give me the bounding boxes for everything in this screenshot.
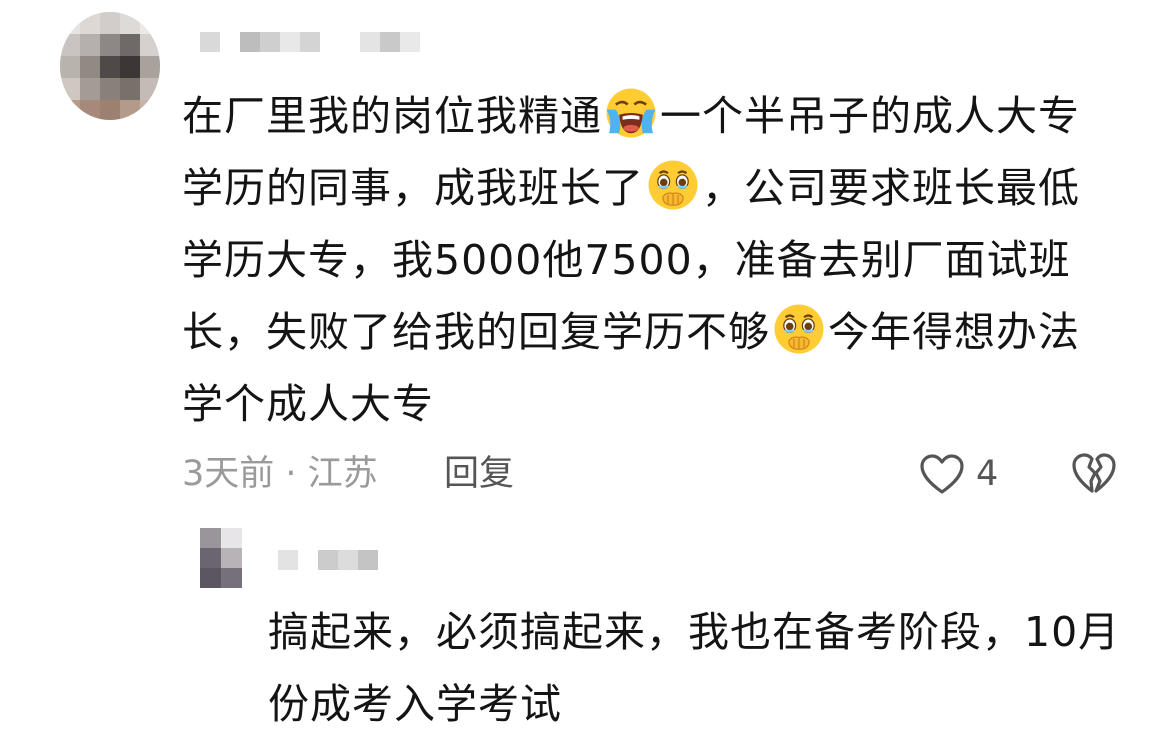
like-count: 4 <box>976 454 999 494</box>
reply-avatar[interactable] <box>200 528 242 588</box>
commenter-username[interactable] <box>200 32 420 52</box>
like-button[interactable]: 4 <box>918 448 998 500</box>
holding-back-tears-icon <box>774 304 824 354</box>
commenter-avatar[interactable] <box>60 12 160 120</box>
holding-back-tears-icon <box>648 160 698 210</box>
broken-heart-icon[interactable] <box>1070 450 1118 496</box>
heart-outline-icon <box>920 454 964 494</box>
reply-username[interactable] <box>278 550 378 570</box>
reply-text: 搞起来，必须搞起来，我也在备考阶段，10月份成考入学考试 <box>268 608 1121 728</box>
comment-text: 在厂里我的岗位我精通 一个半吊子的成人大专学历的同事，成我班长了 ，公司要求班长… <box>182 80 1102 440</box>
comment-time-location: 3天前 · 江苏 <box>182 454 378 494</box>
comment-meta-row: 3天前 · 江苏 回复 4 <box>182 448 1122 500</box>
reply-button[interactable]: 回复 <box>444 448 514 500</box>
comment-text-part-1: 在厂里我的岗位我精通 <box>182 92 602 140</box>
loudly-crying-face-icon <box>606 88 656 138</box>
